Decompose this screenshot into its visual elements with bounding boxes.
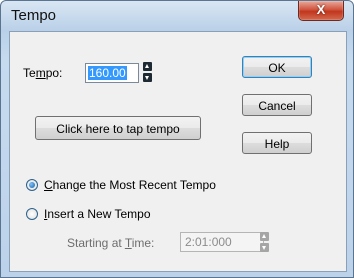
tap-tempo-button[interactable]: Click here to tap tempo [35, 116, 201, 140]
starting-time-input[interactable]: 2:01:000 [180, 232, 264, 252]
window-title: Tempo [11, 7, 57, 24]
starting-time-label: Starting at Time: [67, 236, 155, 250]
change-recent-radio[interactable] [26, 179, 38, 191]
close-button[interactable]: X [298, 1, 344, 21]
cancel-button[interactable]: Cancel [242, 94, 312, 116]
ok-button[interactable]: OK [242, 56, 312, 78]
tempo-dialog: Tempo X Tempo: 160.00 OK Cancel Help Cli… [0, 0, 354, 278]
arrow-down-icon[interactable] [260, 243, 269, 252]
tempo-value: 160.00 [88, 66, 127, 80]
arrow-up-icon[interactable] [260, 232, 269, 241]
dialog-content: Tempo: 160.00 OK Cancel Help Click here … [9, 31, 347, 272]
tempo-spinner[interactable] [143, 62, 152, 82]
starting-time-value: 2:01:000 [185, 235, 232, 249]
change-recent-label[interactable]: Change the Most Recent Tempo [44, 178, 216, 192]
tempo-input[interactable]: 160.00 [85, 63, 139, 83]
insert-new-radio[interactable] [26, 208, 38, 220]
tempo-label: Tempo: [23, 66, 63, 80]
time-spinner[interactable] [260, 232, 269, 252]
title-bar[interactable]: Tempo X [1, 1, 353, 31]
help-button[interactable]: Help [242, 132, 312, 154]
close-icon: X [316, 2, 326, 17]
insert-new-label[interactable]: Insert a New Tempo [44, 207, 151, 221]
arrow-up-icon[interactable] [143, 62, 152, 71]
arrow-down-icon[interactable] [143, 73, 152, 82]
